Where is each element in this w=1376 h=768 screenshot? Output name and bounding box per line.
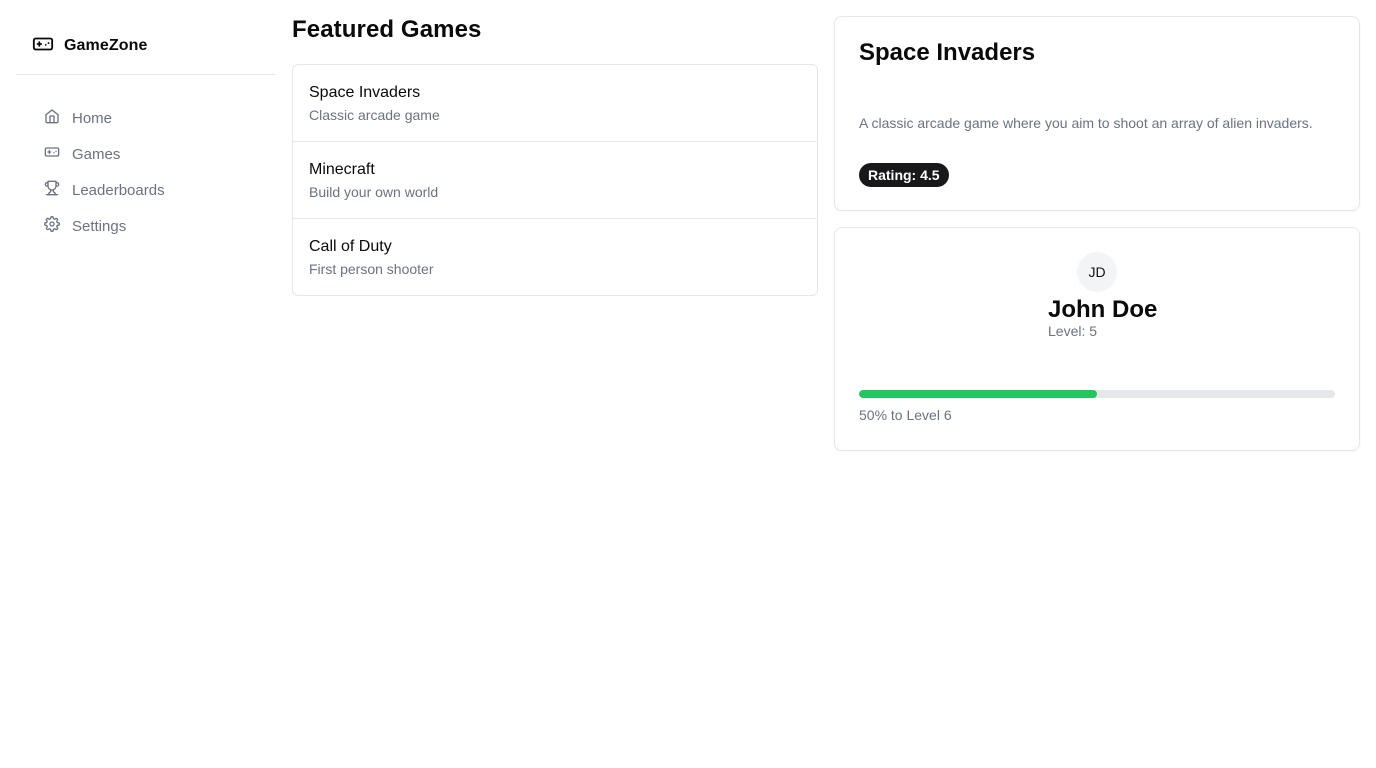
list-item[interactable]: Space Invaders Classic arcade game [293,65,817,142]
profile-level: Level: 5 [1048,323,1098,339]
game-subtitle: Build your own world [309,184,439,200]
brand-name: GameZone [64,37,148,54]
sidebar-divider [16,74,276,75]
level-progress-fill [859,390,1097,398]
sidebar-item-label: Settings [72,217,127,235]
page-title: Featured Games [292,16,482,43]
gamepad-icon [32,33,54,60]
profile-card: JD John Doe Level: 5 50% to Level 6 [834,227,1360,451]
game-subtitle: Classic arcade game [309,107,440,123]
sidebar-item-label: Home [72,109,113,127]
sidebar-item-home[interactable]: Home [44,104,264,132]
sidebar-item-label: Games [72,145,121,163]
profile-name: John Doe [1048,296,1158,323]
game-detail-card: Space Invaders A classic arcade game whe… [834,16,1360,211]
gamepad-icon [44,144,60,164]
home-icon [44,108,60,128]
game-detail-title: Space Invaders [859,39,1036,66]
app-root: GameZone Home Games Leaderboards Setting… [0,0,1376,768]
level-progress-bar [859,390,1335,398]
brand[interactable]: GameZone [32,34,148,58]
avatar: JD [1077,252,1117,292]
game-detail-description: A classic arcade game where you aim to s… [859,115,1313,131]
featured-games-list: Space Invaders Classic arcade game Minec… [292,64,818,296]
level-progress-text: 50% to Level 6 [859,407,952,423]
gear-icon [44,216,60,236]
sidebar-nav: Home Games Leaderboards Settings [44,104,264,248]
game-name: Space Invaders [309,84,421,101]
rating-badge: Rating: 4.5 [859,163,949,187]
list-item[interactable]: Call of Duty First person shooter [293,219,817,295]
sidebar-item-leaderboards[interactable]: Leaderboards [44,176,264,204]
list-item[interactable]: Minecraft Build your own world [293,142,817,219]
game-name: Call of Duty [309,238,392,255]
sidebar: GameZone Home Games Leaderboards Setting… [16,0,276,768]
game-name: Minecraft [309,161,375,178]
sidebar-item-settings[interactable]: Settings [44,212,264,240]
sidebar-item-games[interactable]: Games [44,140,264,168]
game-subtitle: First person shooter [309,261,434,277]
trophy-icon [44,180,60,200]
sidebar-item-label: Leaderboards [72,181,165,199]
